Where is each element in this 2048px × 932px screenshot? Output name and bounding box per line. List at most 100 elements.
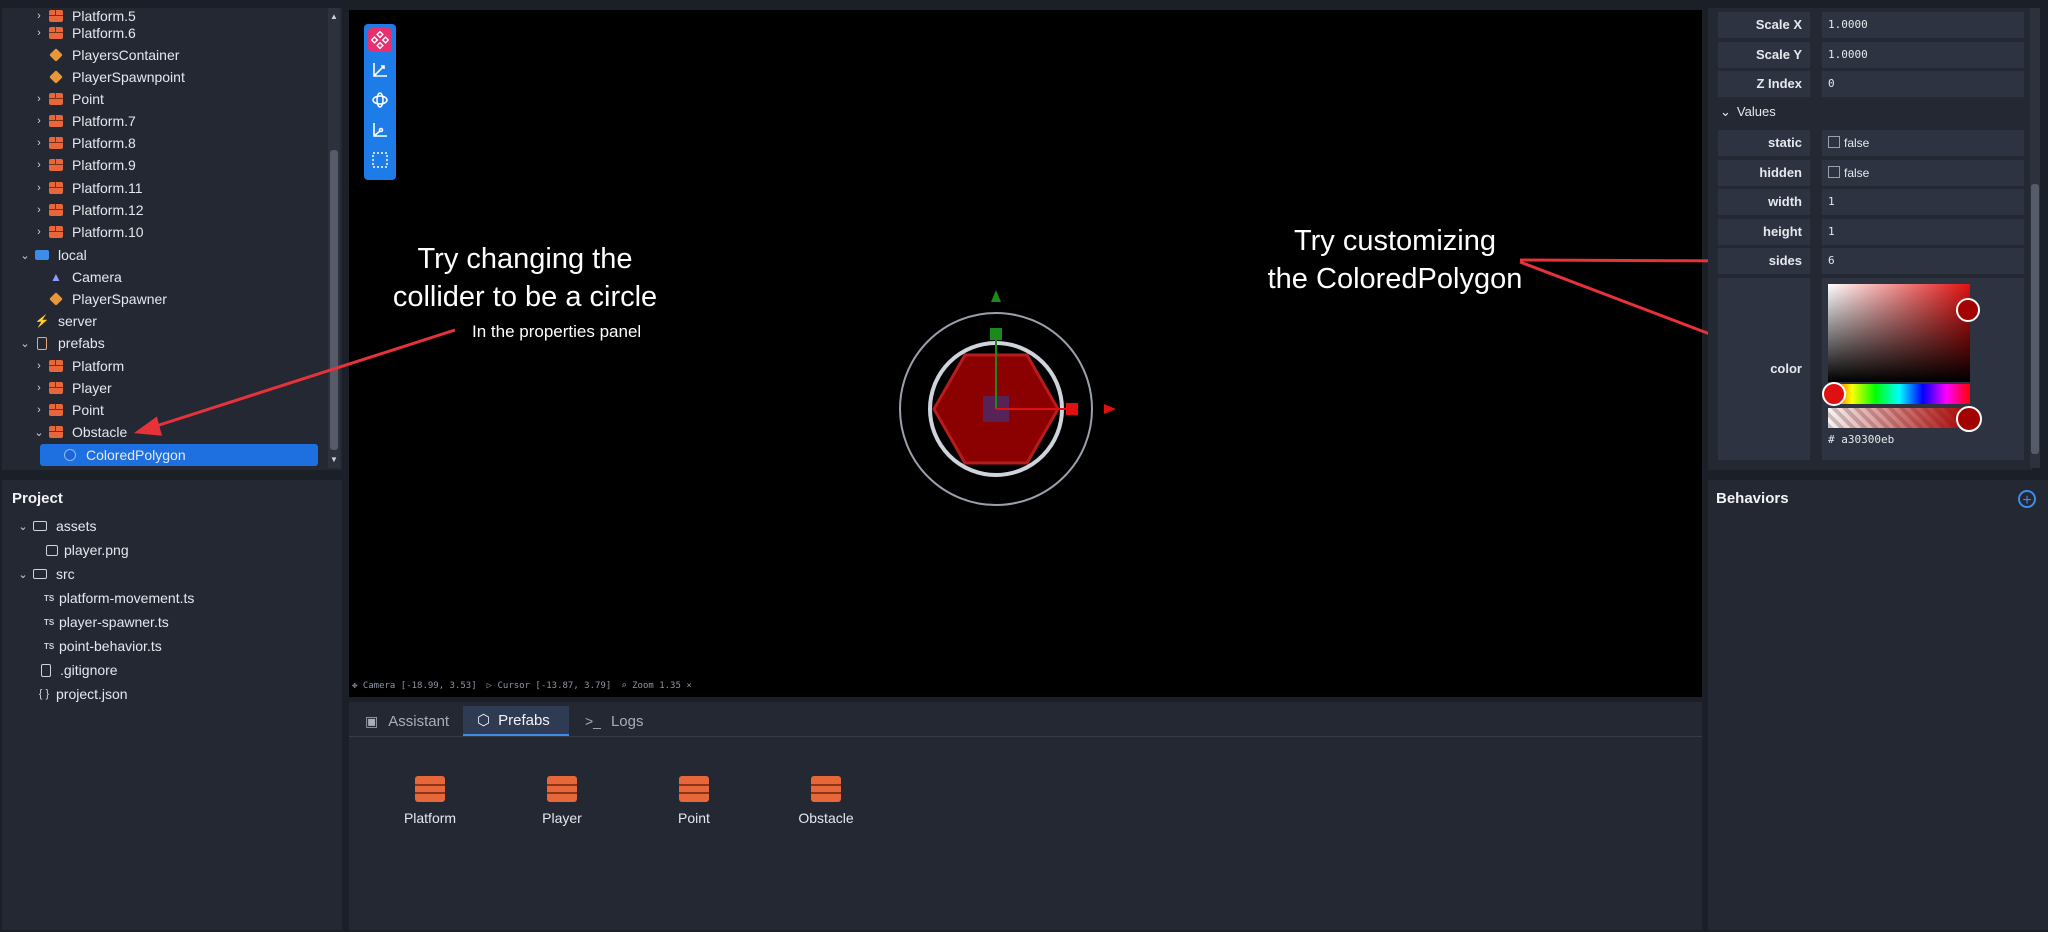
chevron-right-icon[interactable]: ›	[32, 114, 46, 128]
tab-prefabs[interactable]: ⬡ Prefabs	[463, 706, 569, 736]
add-behavior-icon[interactable]: +	[2018, 490, 2036, 509]
checkbox-icon[interactable]	[1828, 166, 1840, 178]
sides-input[interactable]: 6	[1822, 248, 2024, 274]
file-row[interactable]: { } project.json	[36, 683, 128, 705]
scale-y-input[interactable]: 1.0000	[1822, 42, 2024, 68]
rotate-tool-icon[interactable]	[368, 88, 392, 112]
prop-label: hidden	[1718, 160, 1810, 186]
chevron-right-icon[interactable]: ›	[32, 26, 46, 40]
tree-item[interactable]: PlayerSpawnpoint	[48, 66, 185, 88]
color-hex-value[interactable]: # a30300eb	[1828, 432, 1894, 448]
chevron-right-icon[interactable]: ›	[32, 136, 46, 150]
chevron-right-icon[interactable]: ›	[32, 92, 46, 106]
checkbox-icon[interactable]	[1828, 136, 1840, 148]
camera-icon: ▲	[50, 270, 62, 284]
folder-row[interactable]: ⌄ src	[16, 563, 74, 585]
tree-item-selected[interactable]: ColoredPolygon	[40, 444, 318, 466]
tree-item[interactable]: › Platform.12	[32, 199, 143, 221]
tab-assistant[interactable]: ▣ Assistant	[359, 706, 475, 736]
prefab-card[interactable]: Obstacle	[781, 776, 871, 826]
tree-item[interactable]: › Platform.10	[32, 221, 143, 243]
y-axis-arrow-icon[interactable]	[991, 290, 1001, 302]
tab-logs[interactable]: >_ Logs	[585, 706, 675, 736]
alpha-slider[interactable]	[1828, 408, 1970, 428]
color-picker[interactable]: # a30300eb	[1822, 278, 2024, 460]
scroll-up-icon[interactable]: ▲	[330, 12, 338, 22]
tree-item[interactable]: PlayerSpawner	[48, 288, 167, 310]
tree-item[interactable]: ⌄ local	[18, 244, 86, 266]
behaviors-panel: Behaviors +	[1708, 480, 2048, 930]
height-input[interactable]: 1	[1822, 219, 2024, 245]
chevron-down-icon[interactable]: ⌄	[18, 336, 32, 350]
file-row[interactable]: TS point-behavior.ts	[44, 635, 162, 657]
prop-label: width	[1718, 189, 1810, 215]
tree-item[interactable]: ⌄ prefabs	[18, 332, 104, 354]
tree-item[interactable]: › Platform.7	[32, 110, 136, 132]
alpha-handle[interactable]	[1956, 406, 1982, 432]
scale-x-input[interactable]: 1.0000	[1822, 12, 2024, 38]
move-all-tool-icon[interactable]	[368, 28, 392, 52]
z-index-input[interactable]: 0	[1822, 71, 2024, 97]
annotation-right: Try customizing the ColoredPolygon	[1267, 225, 1523, 295]
x-axis-handle[interactable]	[1066, 403, 1078, 415]
chevron-right-icon[interactable]: ›	[32, 158, 46, 172]
tree-item[interactable]: › Platform	[32, 355, 124, 377]
tree-item[interactable]: › Point	[32, 399, 104, 421]
transform-toolbar	[364, 24, 396, 180]
file-row[interactable]: TS player-spawner.ts	[44, 611, 169, 633]
tree-item[interactable]: › Platform.8	[32, 132, 136, 154]
file-row[interactable]: TS platform-movement.ts	[44, 587, 194, 609]
chevron-down-icon[interactable]: ⌄	[16, 567, 30, 581]
hierarchy-panel: › Platform.5 › Platform.6 PlayersContainer…	[2, 8, 342, 470]
tree-item[interactable]: PlayersContainer	[48, 44, 179, 66]
tree-item[interactable]: ⌄ Obstacle	[32, 421, 127, 443]
file-row[interactable]: player.png	[44, 539, 129, 561]
hue-handle[interactable]	[1822, 382, 1846, 406]
chevron-right-icon[interactable]: ›	[32, 203, 46, 217]
properties-scroll-thumb[interactable]	[2031, 184, 2039, 454]
width-input[interactable]: 1	[1822, 189, 2024, 215]
hue-slider[interactable]	[1828, 384, 1970, 404]
file-row[interactable]: .gitignore	[38, 659, 118, 681]
chevron-down-icon[interactable]: ⌄	[32, 425, 46, 439]
chevron-right-icon[interactable]: ›	[32, 9, 46, 23]
brick-icon	[48, 424, 64, 440]
tree-item[interactable]: › Platform.9	[32, 154, 136, 176]
hierarchy-scroll-thumb[interactable]	[330, 150, 338, 450]
prop-label: height	[1718, 219, 1810, 245]
chevron-right-icon[interactable]: ›	[32, 359, 46, 373]
chevron-down-icon[interactable]: ⌄	[18, 248, 32, 262]
scale-tool-icon[interactable]	[368, 118, 392, 142]
y-axis-handle[interactable]	[990, 328, 1002, 340]
chevron-down-icon[interactable]: ⌄	[16, 519, 30, 533]
tree-item[interactable]: › Point	[32, 88, 104, 110]
folder-row[interactable]: ⌄ assets	[16, 515, 96, 537]
chevron-right-icon[interactable]: ›	[32, 403, 46, 417]
close-icon[interactable]: ×	[686, 681, 691, 691]
tree-item[interactable]: ⚡ server	[34, 310, 97, 332]
prefab-card[interactable]: Player	[517, 776, 607, 826]
brick-icon	[48, 358, 64, 374]
chevron-right-icon[interactable]: ›	[32, 381, 46, 395]
chevron-right-icon[interactable]: ›	[32, 181, 46, 195]
brick-icon	[415, 776, 445, 802]
values-section-header[interactable]: ⌄ Values	[1720, 104, 1776, 120]
static-checkbox[interactable]: false	[1822, 130, 2024, 156]
scroll-down-icon[interactable]: ▼	[330, 455, 338, 465]
rect-select-tool-icon[interactable]	[368, 148, 392, 172]
tree-item[interactable]: › Platform.11	[32, 177, 142, 199]
hidden-checkbox[interactable]: false	[1822, 160, 2024, 186]
tree-item[interactable]: › Player	[32, 377, 112, 399]
prefab-card[interactable]: Platform	[385, 776, 475, 826]
translate-tool-icon[interactable]	[368, 58, 392, 82]
brick-icon	[48, 224, 64, 240]
tree-item[interactable]: › Platform.6	[32, 22, 136, 44]
polygon-gizmo[interactable]	[880, 280, 1130, 530]
prefab-card[interactable]: Point	[649, 776, 739, 826]
chevron-right-icon[interactable]: ›	[32, 225, 46, 239]
tree-item[interactable]: ▲ Camera	[48, 266, 122, 288]
color-handle[interactable]	[1956, 298, 1980, 322]
color-saturation-area[interactable]	[1828, 284, 1970, 382]
cube-icon: ⬡	[477, 712, 491, 729]
x-axis-arrow-icon[interactable]	[1104, 404, 1116, 414]
